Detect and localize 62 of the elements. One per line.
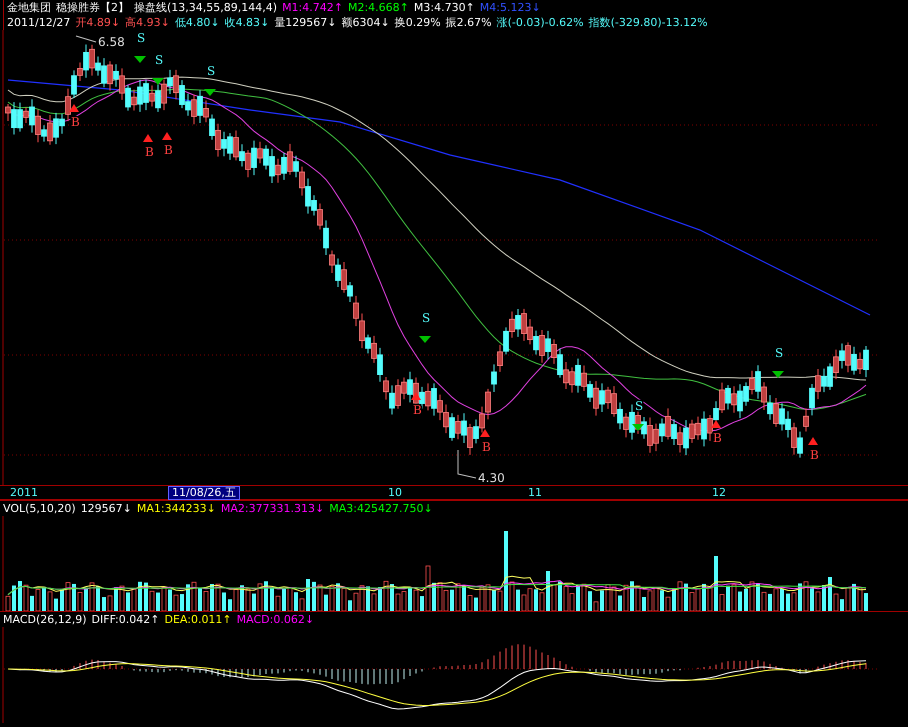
indicator-value: M3:4.730↑ [414, 0, 475, 15]
quote-value: 指数(-329.80)-13.12% [588, 15, 708, 30]
axis-label: 11 [528, 486, 542, 499]
indicator-value: DEA:0.011↑ [164, 612, 232, 627]
buy-marker-icon [411, 392, 421, 400]
quote-value: 换0.29% [394, 15, 441, 30]
quote-value: 涨(-0.03)-0.62% [496, 15, 584, 30]
buy-marker-icon [69, 104, 79, 112]
sell-marker-icon [632, 424, 644, 431]
indicator-name: 操盘线(13,34,55,89,144,4) [134, 0, 278, 15]
indicator-value: M2:4.668↑ [348, 0, 409, 15]
buy-marker-icon [808, 437, 818, 445]
buy-marker-icon [143, 134, 153, 142]
system-name: 稳操胜券【2】 [56, 0, 129, 15]
signal-label: B [810, 448, 819, 462]
indicator-value: MACD:0.062↓ [236, 612, 314, 627]
volume-title: VOL(5,10,20) [3, 501, 76, 516]
indicator-value: MA2:377331.313↓ [220, 501, 324, 516]
signal-label: B [413, 403, 422, 417]
leader-line [458, 450, 476, 478]
sell-marker-icon [152, 78, 164, 85]
indicator-value: M4:5.123↓ [480, 0, 541, 15]
quote-value: 开4.89↓ [75, 15, 120, 30]
macd-title: MACD(26,12,9) [3, 612, 87, 627]
signal-label: B [164, 143, 173, 157]
indicator-value: M1:4.742↑ [282, 0, 343, 15]
buy-marker-icon [480, 429, 490, 437]
signal-label: S [155, 53, 164, 67]
signal-label: S [775, 346, 784, 360]
cursor-date-label: 11/08/26,五 [168, 486, 240, 500]
signal-label: S [137, 31, 146, 45]
signal-label: S [422, 311, 430, 325]
stock-name: 金地集团 [7, 0, 51, 15]
axis-label: 2011 [10, 486, 38, 499]
high-price-label: 6.58 [98, 35, 125, 49]
quote-value: 收4.83↓ [224, 15, 270, 30]
sell-marker-icon [419, 336, 431, 343]
volume-value: 129567↓ [80, 501, 132, 516]
signal-label: B [145, 145, 154, 159]
signal-label: B [713, 431, 722, 445]
buy-marker-icon [711, 420, 721, 428]
signal-label: B [482, 440, 491, 454]
sell-marker-icon [134, 56, 146, 63]
axis-label: 12 [712, 486, 726, 499]
quote-value: 振2.67% [446, 15, 492, 30]
indicator-value: MA1:344233↓ [136, 501, 216, 516]
leader-line [76, 36, 96, 42]
indicator-value: DIFF:0.042↑ [92, 612, 160, 627]
quote-date: 2011/12/27 [7, 15, 70, 30]
signal-label: S [635, 399, 644, 413]
indicator-value: MA3:425427.750↓ [329, 501, 433, 516]
axis-label: 10 [388, 486, 402, 499]
low-price-label: 4.30 [478, 471, 505, 485]
quote-value: 高4.93↓ [125, 15, 170, 30]
quote-value: 额6304↓ [342, 15, 390, 30]
sell-marker-icon [204, 89, 216, 96]
buy-marker-icon [162, 132, 172, 140]
signal-label: B [71, 115, 80, 129]
signal-label: S [207, 64, 216, 78]
sell-marker-icon [772, 371, 784, 378]
quote-value: 低4.80↓ [174, 15, 220, 30]
quote-value: 量129567↓ [274, 15, 336, 30]
